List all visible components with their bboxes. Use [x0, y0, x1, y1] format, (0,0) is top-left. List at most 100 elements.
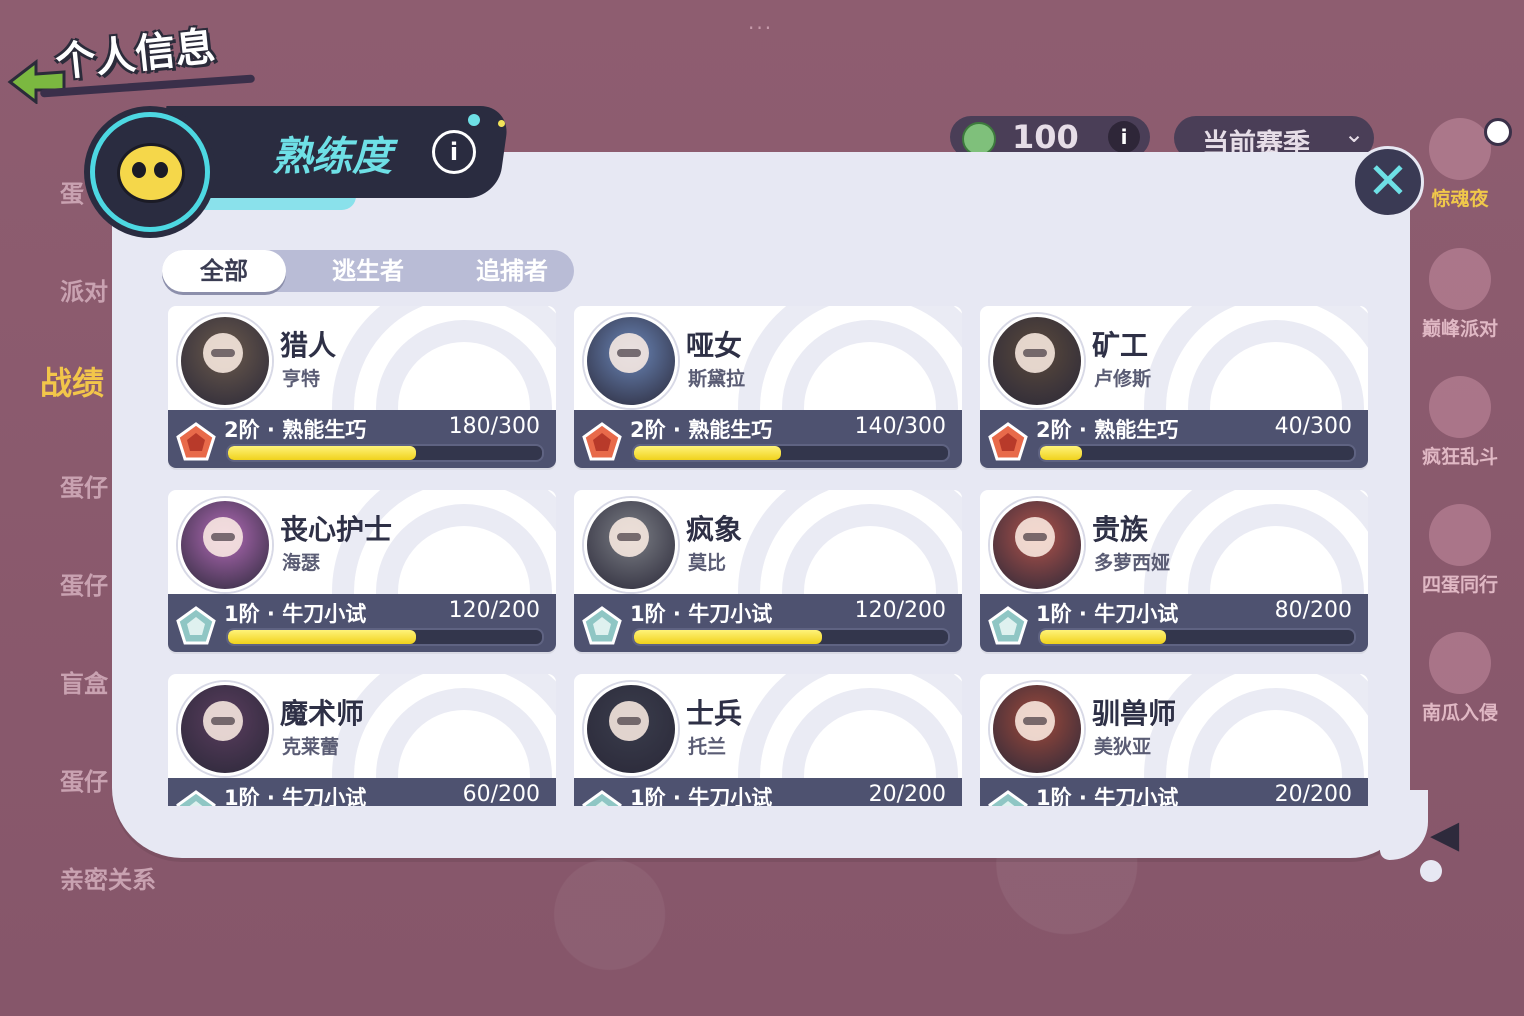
- egg-eye-right: [154, 162, 168, 178]
- proficiency-count: 60/200: [462, 782, 540, 806]
- info-icon[interactable]: i: [432, 130, 476, 174]
- character-avatar: [584, 682, 678, 776]
- mode-label-1: 巅峰派对: [1421, 318, 1498, 340]
- side-item-3[interactable]: 蛋仔: [60, 468, 108, 503]
- side-item-1[interactable]: 派对: [60, 272, 108, 307]
- rank-label: 1阶 · 牛刀小试: [630, 786, 773, 806]
- proficiency-bar-area: 1阶 · 牛刀小试 20/200: [574, 778, 962, 806]
- progress-fill: [1040, 446, 1082, 460]
- character-name: 疯象: [686, 513, 743, 546]
- character-name: 丧心护士: [280, 513, 393, 546]
- mode-item-1[interactable]: 巅峰派对: [1410, 248, 1510, 341]
- character-card[interactable]: 丧心护士 海瑟 1阶 · 牛刀小试 120/200: [168, 490, 556, 652]
- rank-label: 1阶 · 牛刀小试: [1036, 602, 1179, 626]
- character-card[interactable]: 驯兽师美狄亚 1阶 · 牛刀小试 20/200: [980, 674, 1368, 806]
- character-subname: 美狄亚: [1094, 736, 1152, 758]
- proficiency-count: 20/200: [1274, 782, 1352, 806]
- tab-all[interactable]: 全部: [162, 250, 286, 292]
- progress-track: [632, 444, 950, 462]
- horn-icon: [1429, 248, 1491, 310]
- side-item-6[interactable]: 蛋仔: [60, 762, 108, 797]
- proficiency-count: 120/200: [448, 598, 540, 623]
- character-subname: 多萝西娅: [1094, 552, 1171, 574]
- rank-label: 2阶 · 熟能生巧: [1036, 418, 1179, 442]
- progress-fill: [228, 446, 417, 460]
- character-name: 猎人: [280, 329, 337, 362]
- proficiency-count: 140/300: [854, 414, 946, 439]
- collapse-left-icon[interactable]: ◀: [1430, 812, 1470, 860]
- tab-hunter[interactable]: 追捕者: [450, 250, 574, 292]
- sparkle-dot: [468, 114, 480, 126]
- mode-item-4[interactable]: 南瓜入侵: [1410, 632, 1510, 725]
- panel-tail-dot: [1420, 860, 1442, 882]
- character-card[interactable]: 贵族多萝西娅 1阶 · 牛刀小试 80/200: [980, 490, 1368, 652]
- character-subname: 莫比: [688, 552, 727, 574]
- proficiency-bar-area: 2阶 · 熟能生巧 140/300: [574, 410, 962, 468]
- mode-item-2[interactable]: 疯狂乱斗: [1410, 376, 1510, 469]
- side-item-active[interactable]: 战绩: [40, 358, 104, 404]
- proficiency-count: 180/300: [448, 414, 540, 439]
- rank-badge-tier1-icon: [988, 790, 1028, 806]
- heart-mask-icon: [1429, 118, 1491, 180]
- tab-survivor[interactable]: 逃生者: [306, 250, 430, 292]
- side-item-4[interactable]: 蛋仔: [60, 566, 108, 601]
- mode-label-0: 惊魂夜: [1431, 188, 1489, 210]
- progress-fill: [1040, 630, 1166, 644]
- character-card[interactable]: 哑女 斯黛拉 2阶 · 熟能生巧 140/300: [574, 306, 962, 468]
- mode-label-2: 疯狂乱斗: [1421, 446, 1498, 468]
- character-name: 士兵: [686, 697, 743, 730]
- currency-info-icon[interactable]: i: [1108, 121, 1140, 153]
- progress-fill: [634, 446, 781, 460]
- chevron-down-icon: ⌄: [1344, 120, 1365, 148]
- character-card[interactable]: 猎人亨特 2阶 · 熟能生巧 180/300: [168, 306, 556, 468]
- character-card[interactable]: 魔术师 克莱蕾 1阶 · 牛刀小试 60/200: [168, 674, 556, 806]
- side-item-5[interactable]: 盲盒: [60, 664, 108, 699]
- character-subname: 克莱蕾: [282, 736, 340, 758]
- side-item-0[interactable]: 蛋: [60, 174, 84, 209]
- character-subname: 托兰: [688, 736, 727, 758]
- character-subname: 斯黛拉: [688, 368, 746, 390]
- rank-badge-tier1-icon: [176, 790, 216, 806]
- top-handle-dots: ...: [748, 10, 774, 34]
- character-card-grid: 猎人 亨特 2阶 · 熟能生巧 180/300 哑女 斯黛拉 2阶 · 熟能生巧 140/30…: [168, 306, 1368, 806]
- rank-badge-tier2-icon: [582, 422, 622, 461]
- character-subname: 亨特: [282, 368, 321, 390]
- scroll-indicator-dot: [1484, 118, 1512, 146]
- character-avatar: [990, 498, 1084, 592]
- role-tabs: 全部 逃生者 追捕者: [162, 250, 574, 292]
- side-item-7[interactable]: 亲密关系: [60, 860, 156, 895]
- character-avatar: [990, 682, 1084, 776]
- star-ring-icon: [1429, 504, 1491, 566]
- character-name: 驯兽师: [1092, 697, 1177, 730]
- character-avatar: [178, 314, 272, 408]
- character-subname: 卢修斯: [1094, 368, 1152, 390]
- character-card[interactable]: 士兵托兰 1阶 · 牛刀小试 20/200: [574, 674, 962, 806]
- character-subname: 海瑟: [282, 552, 321, 574]
- progress-fill: [228, 630, 417, 644]
- character-name: 矿工: [1092, 329, 1149, 362]
- rank-label: 1阶 · 牛刀小试: [1036, 786, 1179, 806]
- progress-fill: [634, 630, 823, 644]
- rank-badge-tier1-icon: [988, 606, 1028, 645]
- rank-label: 2阶 · 熟能生巧: [224, 418, 367, 442]
- mode-item-3[interactable]: 四蛋同行: [1410, 504, 1510, 597]
- progress-track: [226, 628, 544, 646]
- proficiency-count: 120/200: [854, 598, 946, 623]
- character-card[interactable]: 疯象莫比 1阶 · 牛刀小试 120/200: [574, 490, 962, 652]
- currency-value: 100: [1012, 118, 1079, 156]
- rank-label: 1阶 · 牛刀小试: [630, 602, 773, 626]
- progress-track: [1038, 444, 1356, 462]
- character-card[interactable]: 矿工卢修斯 2阶 · 熟能生巧 40/300: [980, 306, 1368, 468]
- proficiency-bar-area: 2阶 · 熟能生巧 180/300: [168, 410, 556, 468]
- character-name: 贵族: [1092, 513, 1149, 546]
- character-avatar: [178, 498, 272, 592]
- rank-badge-tier2-icon: [988, 422, 1028, 461]
- mode-label-4: 南瓜入侵: [1421, 702, 1498, 724]
- proficiency-count: 40/300: [1274, 414, 1352, 439]
- panel-title: 熟练度: [272, 134, 392, 180]
- close-button[interactable]: ✕: [1352, 146, 1424, 218]
- proficiency-bar-area: 1阶 · 牛刀小试 80/200: [980, 594, 1368, 652]
- egg-eye-left: [132, 162, 146, 178]
- sparkle-dot-small: [498, 120, 505, 127]
- egg-logo-icon: [90, 112, 210, 232]
